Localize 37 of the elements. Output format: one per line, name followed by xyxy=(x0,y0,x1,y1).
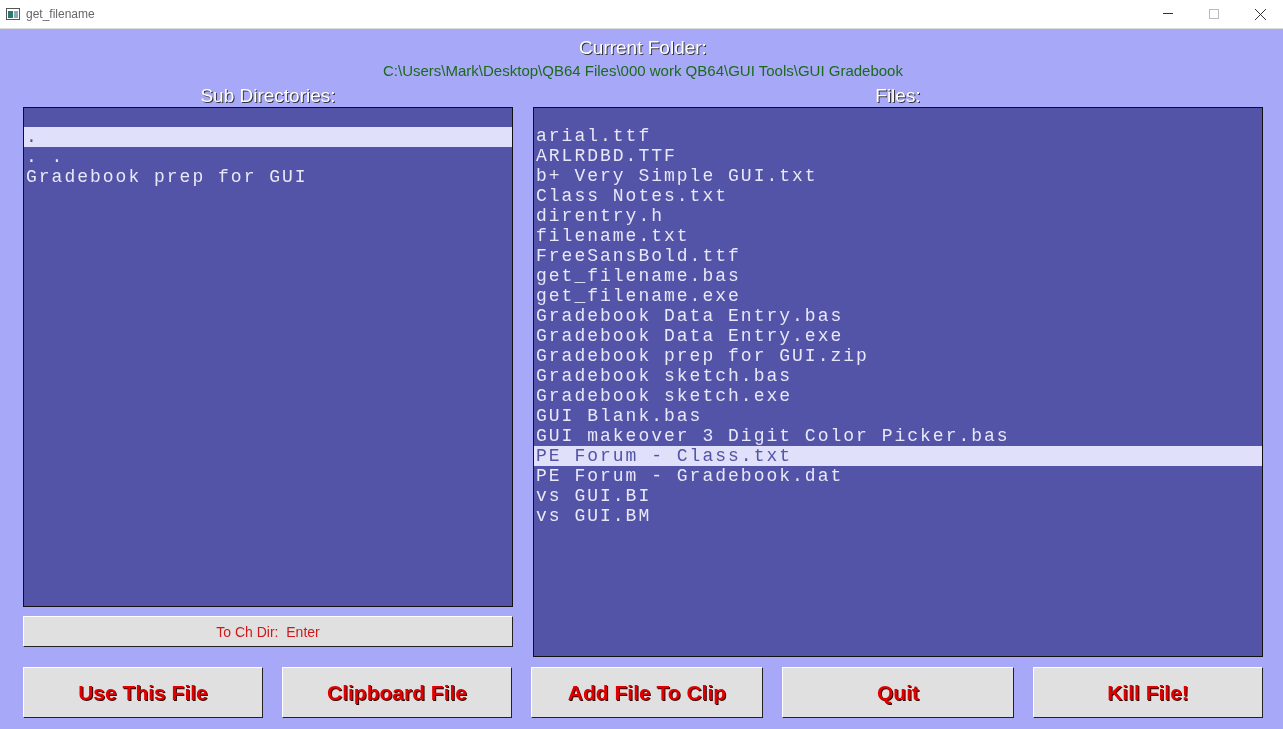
change-directory-hint: To Ch Dir: Enter xyxy=(23,616,513,647)
close-icon[interactable] xyxy=(1254,8,1266,20)
file-item[interactable]: GUI Blank.bas xyxy=(534,406,1262,426)
file-item[interactable]: Gradebook Data Entry.bas xyxy=(534,306,1262,326)
window-icon xyxy=(6,8,20,20)
file-item[interactable]: vs GUI.BI xyxy=(534,486,1262,506)
file-item[interactable]: vs GUI.BM xyxy=(534,506,1262,526)
action-button[interactable]: Kill File! xyxy=(1033,667,1263,718)
file-item[interactable]: ARLRDBD.TTF xyxy=(534,146,1262,166)
folder-path: C:\Users\Mark\Desktop\QB64 Files\000 work QB64\GUI Tools\GUI Gradebook xyxy=(383,61,903,81)
action-button[interactable]: Quit xyxy=(782,667,1014,718)
action-button[interactable]: Add File To Clip xyxy=(531,667,763,718)
window-title: get_filename xyxy=(26,7,96,21)
file-item[interactable]: get_filename.exe xyxy=(534,286,1262,306)
file-item[interactable]: direntry.h xyxy=(534,206,1262,226)
file-item[interactable]: get_filename.bas xyxy=(534,266,1262,286)
file-item[interactable]: arial.ttf xyxy=(534,126,1262,146)
directory-item[interactable]: . xyxy=(24,127,512,147)
file-item[interactable]: Class Notes.txt xyxy=(534,186,1262,206)
directory-item[interactable]: . . xyxy=(24,147,512,167)
file-item[interactable]: Gradebook sketch.bas xyxy=(534,366,1262,386)
file-item[interactable]: Gradebook sketch.exe xyxy=(534,386,1262,406)
files-label: Files: xyxy=(875,85,921,107)
action-button[interactable]: Clipboard File xyxy=(281,667,512,718)
file-item[interactable]: Gradebook prep for GUI.zip xyxy=(534,346,1262,366)
current-folder-label: Current Folder: xyxy=(579,37,707,59)
file-item[interactable]: FreeSansBold.ttf xyxy=(534,246,1262,266)
file-item[interactable]: filename.txt xyxy=(534,226,1262,246)
file-item[interactable]: PE Forum - Class.txt xyxy=(534,446,1262,466)
directory-item[interactable]: Gradebook prep for GUI xyxy=(24,167,512,187)
file-item[interactable]: GUI makeover 3 Digit Color Picker.bas xyxy=(534,426,1262,446)
file-item[interactable]: b+ Very Simple GUI.txt xyxy=(534,166,1262,186)
file-item[interactable]: PE Forum - Gradebook.dat xyxy=(534,466,1262,486)
file-item[interactable]: Gradebook Data Entry.exe xyxy=(534,326,1262,346)
action-button[interactable]: Use This File xyxy=(23,667,263,718)
minimize-icon[interactable] xyxy=(1163,13,1173,15)
sub-directories-label: Sub Directories: xyxy=(200,85,336,107)
